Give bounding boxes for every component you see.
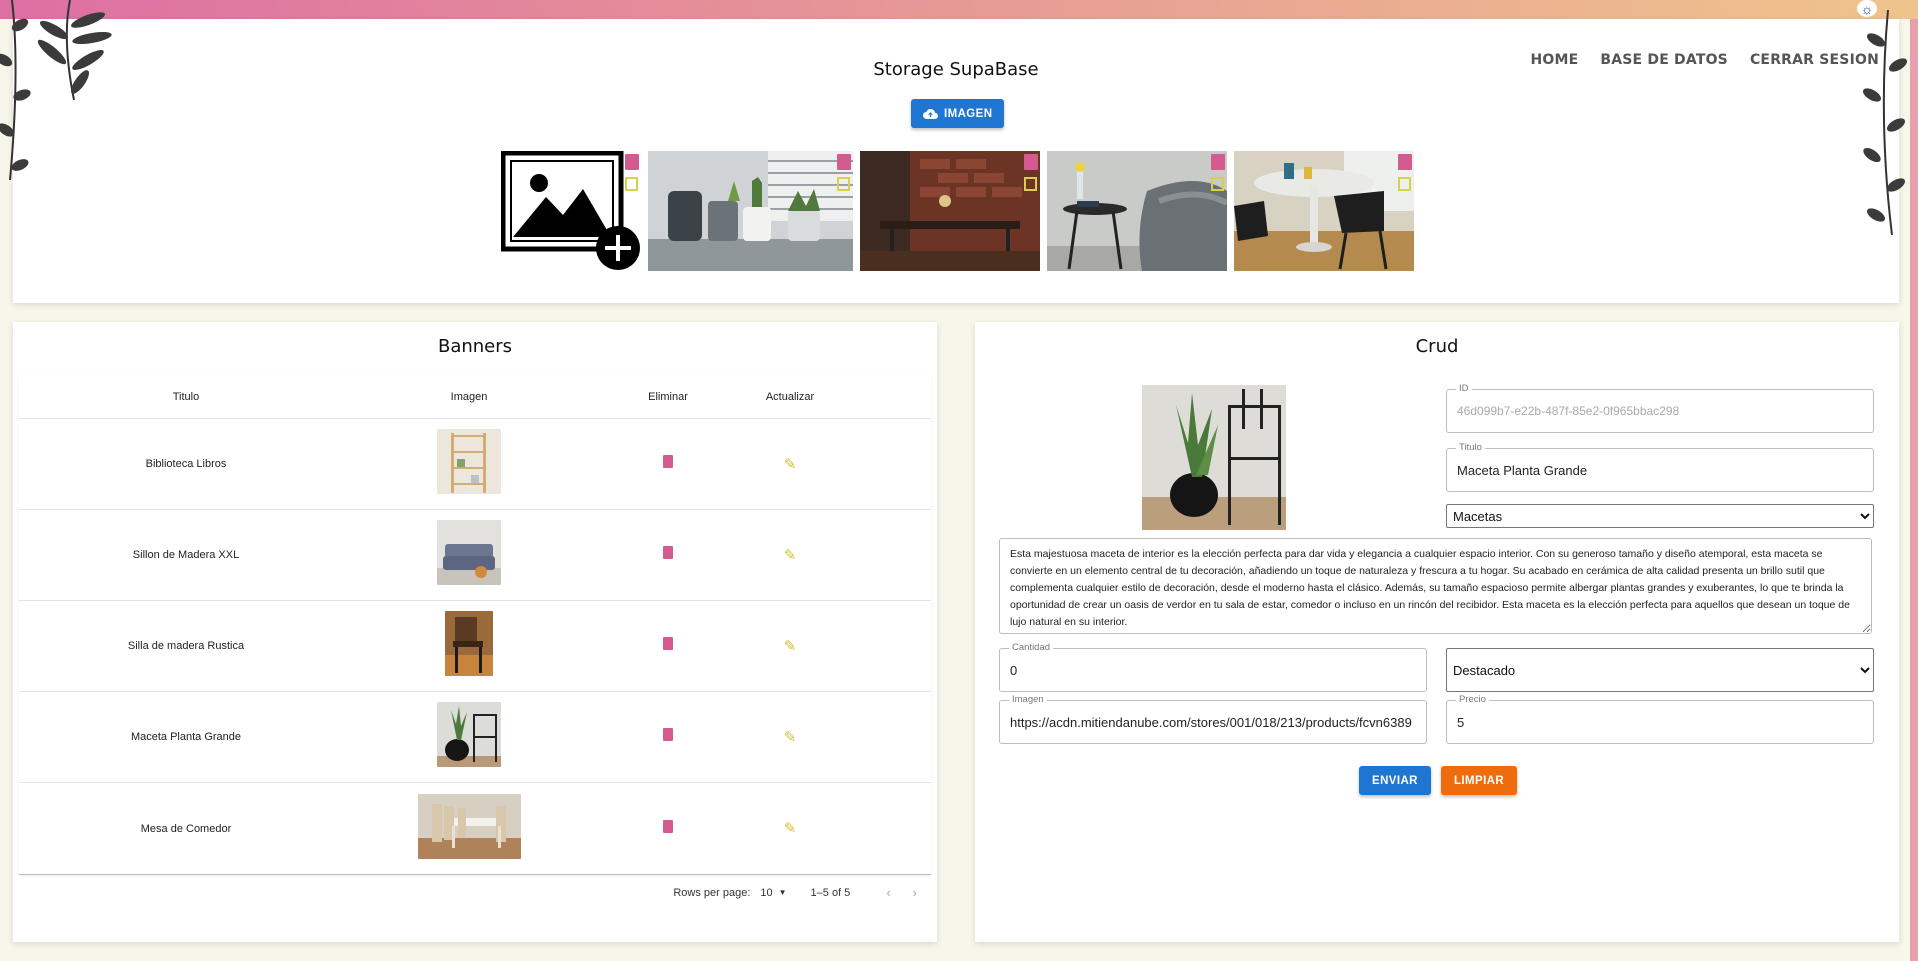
- rows-per-page-label: Rows per page:: [673, 886, 751, 899]
- delete-icon[interactable]: [1024, 154, 1038, 170]
- estado-select[interactable]: Destacado: [1446, 648, 1874, 692]
- decorative-vine-right: [1862, 10, 1908, 236]
- send-button[interactable]: ENVIAR: [1359, 766, 1431, 795]
- banners-panel: Banners Titulo Imagen Eliminar Actualiza…: [13, 322, 937, 942]
- titulo-input[interactable]: [1447, 449, 1873, 491]
- clear-button[interactable]: LIMPIAR: [1441, 766, 1518, 795]
- dining-table-image: [417, 793, 521, 859]
- top-gradient-bar: [0, 0, 1918, 19]
- column-header-imagen[interactable]: Imagen: [353, 391, 585, 403]
- banners-title: Banners: [437, 336, 513, 357]
- edit-icon[interactable]: ✎: [784, 455, 797, 473]
- decorative-vine-left: [0, 0, 112, 181]
- delete-icon[interactable]: [663, 637, 673, 650]
- table-row: Biblioteca Libros ✎: [19, 419, 931, 510]
- column-header-eliminar[interactable]: Eliminar: [585, 391, 751, 403]
- copy-icon[interactable]: [1024, 177, 1037, 191]
- row-image-cell: [353, 611, 585, 681]
- table-row: Sillon de Madera XXL ✎: [19, 510, 931, 601]
- sofa-image: [437, 520, 501, 585]
- cantidad-label: Cantidad: [1009, 642, 1054, 653]
- pagination-range: 1–5 of 5: [810, 886, 851, 899]
- titulo-field[interactable]: Titulo: [1446, 442, 1874, 492]
- storage-image-side-table[interactable]: [1047, 151, 1227, 271]
- row-image-cell: [353, 793, 585, 864]
- image-plus-icon: [501, 151, 640, 270]
- side-table-image: [1047, 151, 1227, 271]
- column-header-titulo[interactable]: Titulo: [19, 391, 353, 403]
- precio-label: Precio: [1456, 694, 1489, 705]
- titulo-label: Titulo: [1456, 442, 1485, 453]
- table-row: Maceta Planta Grande ✎: [19, 692, 931, 783]
- id-field[interactable]: ID: [1446, 383, 1874, 433]
- row-title: Maceta Planta Grande: [130, 731, 242, 743]
- delete-icon[interactable]: [663, 546, 673, 559]
- id-label: ID: [1456, 383, 1472, 394]
- edit-icon[interactable]: ✎: [784, 819, 797, 837]
- delete-icon[interactable]: [837, 154, 851, 170]
- copy-icon[interactable]: [1211, 177, 1224, 191]
- rows-per-page-select[interactable]: 10 ▼: [760, 887, 786, 899]
- round-table-image: [1234, 151, 1414, 271]
- cactus-shelf-image: [648, 151, 853, 271]
- table-row: Mesa de Comedor ✎: [19, 783, 931, 874]
- previous-page-icon[interactable]: ‹: [880, 885, 896, 900]
- storage-image-brick-dining[interactable]: [860, 151, 1040, 271]
- delete-icon[interactable]: [1211, 154, 1225, 170]
- crud-panel: Crud ID Titulo Macetas Esta majestuosa m…: [975, 322, 1899, 942]
- banners-table: Titulo Imagen Eliminar Actualizar Biblio…: [19, 376, 931, 875]
- cloud-upload-icon: [923, 108, 938, 119]
- upload-image-label: IMAGEN: [944, 107, 993, 120]
- delete-icon[interactable]: [663, 819, 673, 833]
- rustic-chair-image: [445, 611, 493, 676]
- copy-icon[interactable]: [1398, 177, 1411, 191]
- row-title: Silla de madera Rustica: [127, 640, 245, 652]
- column-header-actualizar[interactable]: Actualizar: [751, 391, 829, 403]
- next-page-icon[interactable]: ›: [907, 885, 923, 900]
- delete-icon[interactable]: [663, 728, 673, 741]
- add-image-placeholder[interactable]: [501, 151, 641, 271]
- delete-icon[interactable]: [1398, 154, 1412, 170]
- table-pagination: Rows per page: 10 ▼ 1–5 of 5 ‹ ›: [13, 885, 937, 900]
- imagen-field[interactable]: Imagen: [999, 694, 1427, 744]
- cantidad-field[interactable]: Cantidad: [999, 642, 1427, 692]
- rows-per-page-value: 10: [760, 886, 773, 899]
- categoria-select[interactable]: Macetas: [1446, 504, 1874, 528]
- delete-icon[interactable]: [625, 154, 639, 170]
- storage-image-round-table[interactable]: [1234, 151, 1414, 271]
- edit-icon[interactable]: ✎: [784, 728, 797, 746]
- storage-title: Storage SupaBase: [873, 59, 1039, 80]
- caret-down-icon: ▼: [778, 888, 787, 897]
- copy-icon[interactable]: [625, 177, 638, 191]
- storage-gallery: [501, 151, 1414, 271]
- edit-icon[interactable]: ✎: [784, 546, 797, 564]
- cantidad-input[interactable]: [1000, 649, 1426, 691]
- copy-icon[interactable]: [837, 177, 850, 191]
- row-title: Biblioteca Libros: [145, 458, 227, 470]
- descripcion-textarea[interactable]: Esta majestuosa maceta de interior es la…: [999, 538, 1872, 634]
- table-row: Silla de madera Rustica ✎: [19, 601, 931, 692]
- crud-title: Crud: [1415, 336, 1459, 357]
- edit-icon[interactable]: ✎: [784, 637, 797, 655]
- planter-image: [437, 702, 501, 767]
- precio-field[interactable]: Precio: [1446, 694, 1874, 744]
- product-preview-image: [1142, 385, 1286, 530]
- row-image-cell: [353, 702, 585, 772]
- precio-input[interactable]: [1447, 701, 1873, 743]
- table-header: Titulo Imagen Eliminar Actualizar: [19, 376, 931, 419]
- id-input[interactable]: [1447, 390, 1873, 432]
- imagen-input[interactable]: [1000, 701, 1426, 743]
- brick-dining-image: [860, 151, 1040, 271]
- row-title: Sillon de Madera XXL: [132, 549, 240, 561]
- row-image-cell: [353, 429, 585, 499]
- storage-image-cactus-shelf[interactable]: [648, 151, 853, 271]
- upload-image-button[interactable]: IMAGEN: [911, 99, 1005, 128]
- imagen-label: Imagen: [1009, 694, 1047, 705]
- bookshelf-image: [437, 429, 501, 494]
- delete-icon[interactable]: [663, 455, 673, 468]
- row-image-cell: [353, 520, 585, 590]
- row-title: Mesa de Comedor: [140, 822, 232, 835]
